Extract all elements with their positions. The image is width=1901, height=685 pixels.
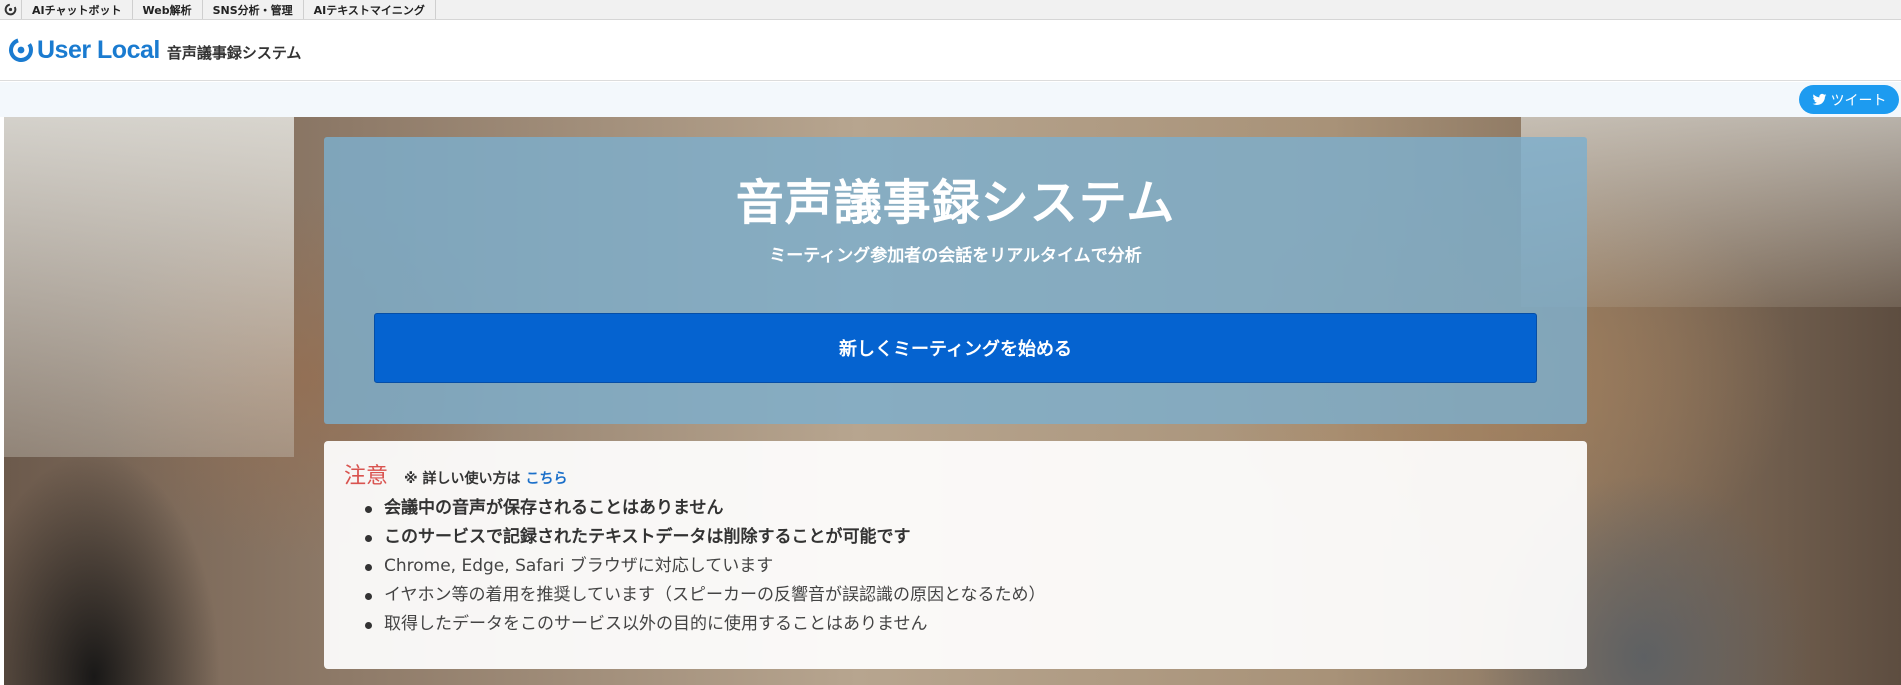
start-meeting-button[interactable]: 新しくミーティングを始める bbox=[374, 313, 1537, 383]
notice-note: ※ 詳しい使い方は bbox=[404, 471, 521, 487]
nav-link-sns-analytics[interactable]: SNS分析・管理 bbox=[203, 0, 304, 19]
nav-link-ai-text-mining[interactable]: AIテキストマイニング bbox=[304, 0, 436, 19]
product-name: 音声議事録システム bbox=[166, 43, 302, 62]
notice-item: 取得したデータをこのサービス以外の目的に使用することはありません bbox=[361, 610, 1567, 639]
usage-guide-link[interactable]: こちら bbox=[526, 468, 568, 488]
twitter-bird-icon bbox=[1812, 93, 1826, 105]
site-header: User Local 音声議事録システム bbox=[0, 20, 1901, 81]
notice-header: 注意 ※ 詳しい使い方は こちら bbox=[344, 458, 1567, 490]
notice-item: Chrome, Edge, Safari ブラウザに対応しています bbox=[361, 552, 1567, 581]
brand-name: User Local bbox=[37, 35, 160, 64]
notice-panel: 注意 ※ 詳しい使い方は こちら 会議中の音声が保存されることはありません この… bbox=[324, 441, 1587, 669]
notice-title: 注意 bbox=[344, 464, 389, 489]
userlocal-mark-icon[interactable] bbox=[0, 0, 22, 19]
brand-logo-link[interactable]: User Local 音声議事録システム bbox=[8, 36, 301, 65]
page-subtitle: ミーティング参加者の会話をリアルタイムで分析 bbox=[769, 246, 1142, 266]
notice-item: このサービスで記録されたテキストデータは削除することが可能です bbox=[361, 523, 1567, 552]
notice-list: 会議中の音声が保存されることはありません このサービスで記録されたテキストデータ… bbox=[344, 494, 1567, 639]
nav-link-web-analytics[interactable]: Web解析 bbox=[133, 0, 203, 19]
product-nav-bar: AIチャットボット Web解析 SNS分析・管理 AIテキストマイニング bbox=[0, 0, 1901, 20]
notice-item: 会議中の音声が保存されることはありません bbox=[361, 494, 1567, 523]
nav-link-ai-chatbot[interactable]: AIチャットボット bbox=[22, 0, 133, 19]
tweet-label: ツイート bbox=[1830, 92, 1887, 109]
share-strip: ツイート bbox=[0, 82, 1901, 117]
page-title: 音声議事録システム bbox=[735, 175, 1176, 231]
hero-background: 音声議事録システム ミーティング参加者の会話をリアルタイムで分析 新しくミーティ… bbox=[4, 117, 1901, 685]
hero-photo-window-left bbox=[4, 117, 294, 457]
tweet-button[interactable]: ツイート bbox=[1799, 85, 1899, 114]
userlocal-logo-icon bbox=[9, 38, 33, 62]
notice-item: イヤホン等の着用を推奨しています（スピーカーの反響音が誤認識の原因となるため） bbox=[361, 581, 1567, 610]
intro-panel: 音声議事録システム ミーティング参加者の会話をリアルタイムで分析 新しくミーティ… bbox=[324, 137, 1587, 424]
